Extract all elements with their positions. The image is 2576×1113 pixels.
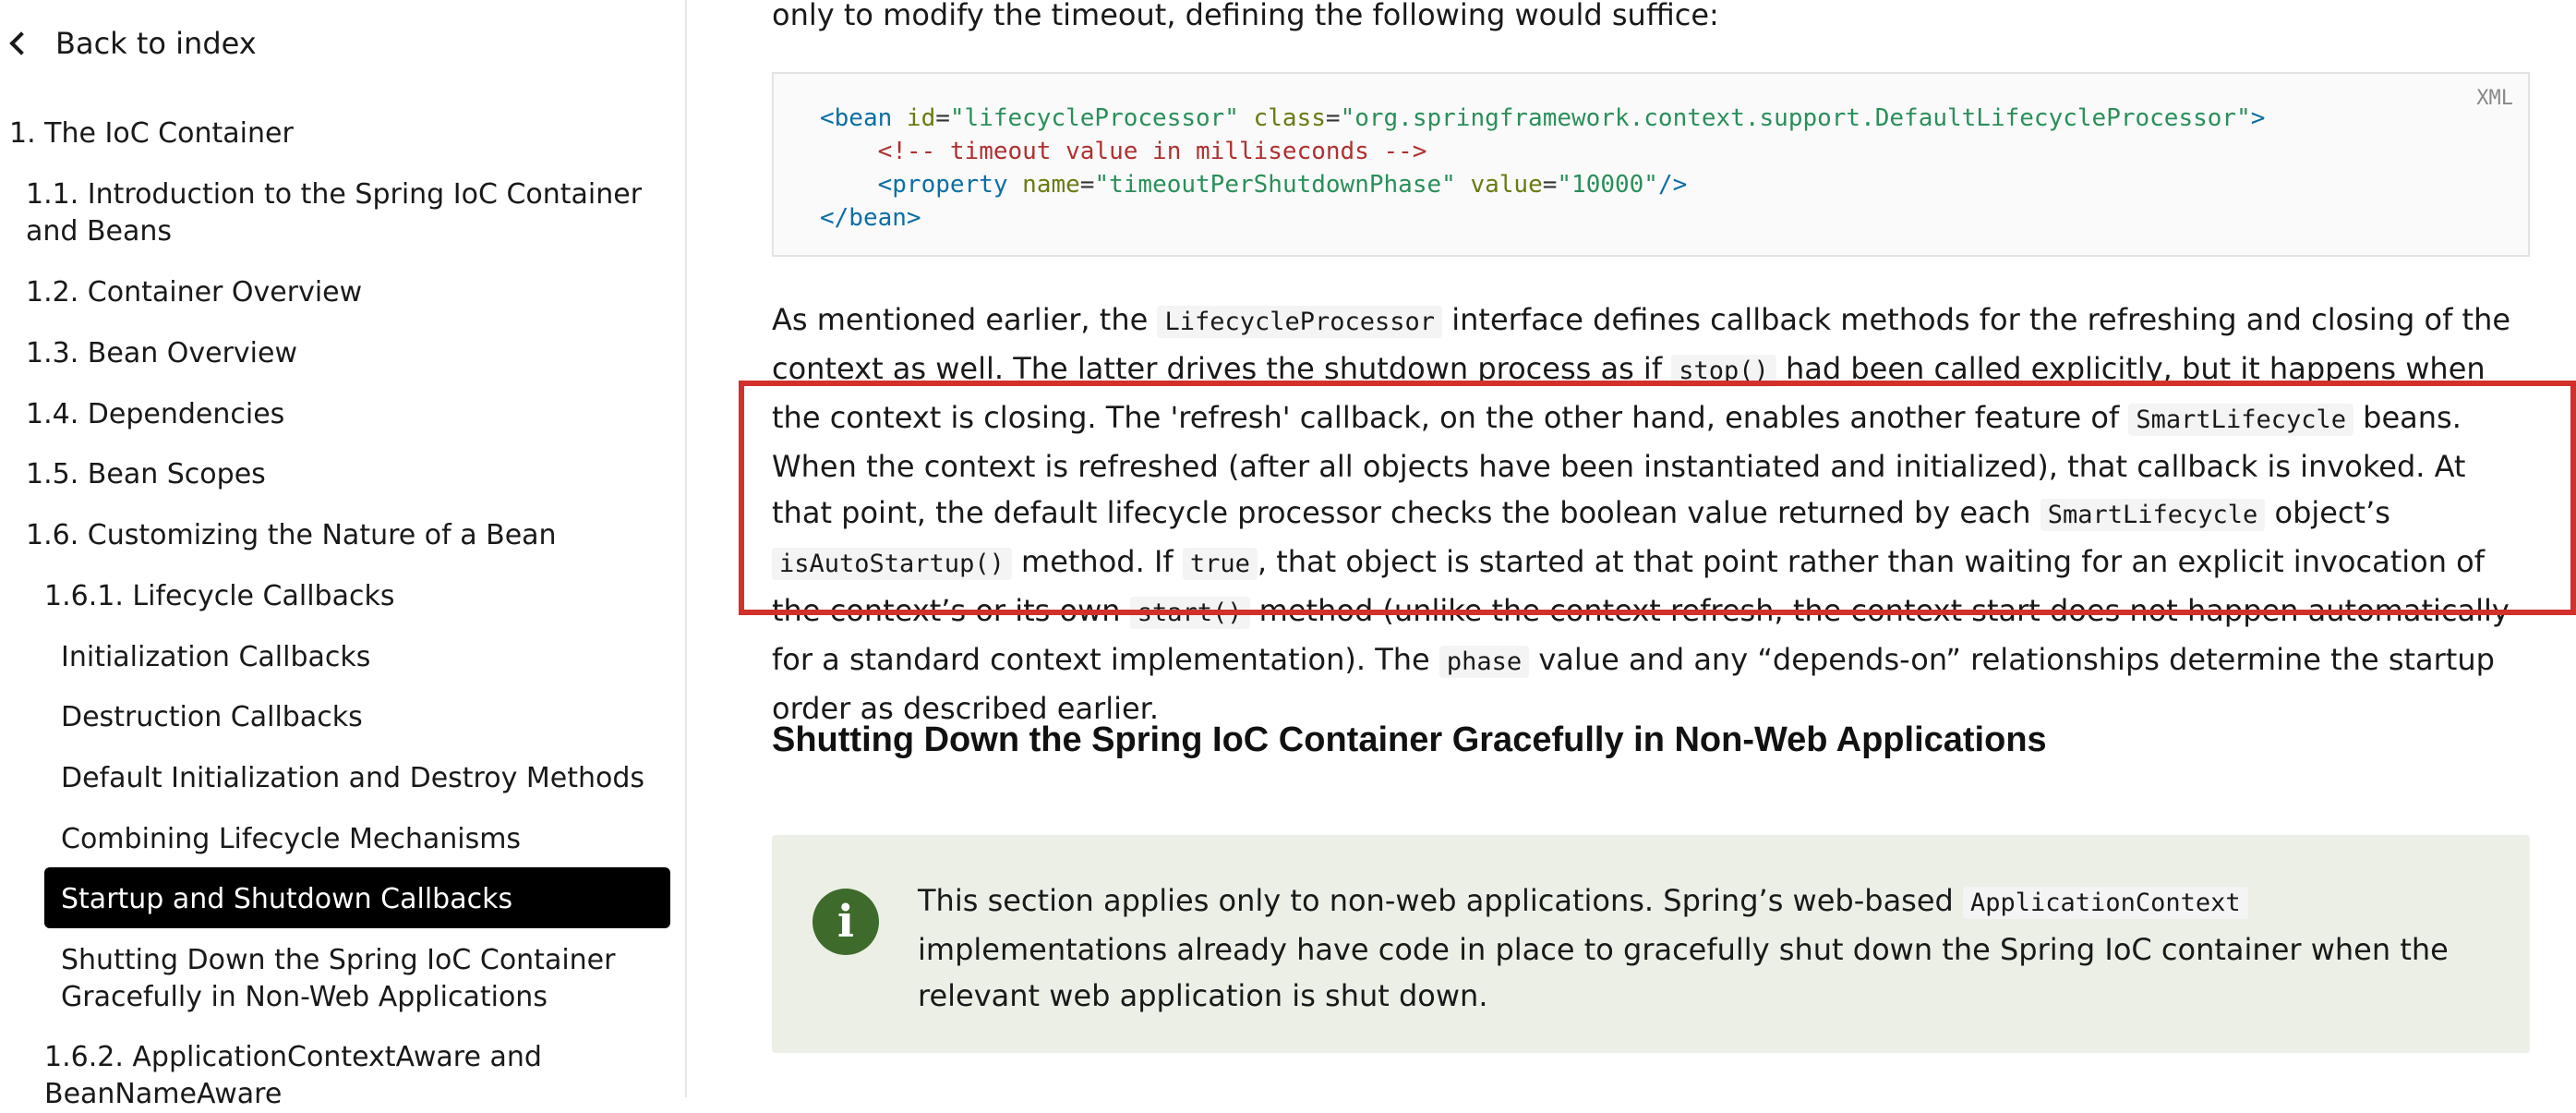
startup-callback-paragraph: As mentioned earlier, the LifecycleProce… [772,302,2511,726]
toc-item-startup-shutdown-active[interactable]: Startup and Shutdown Callbacks [44,867,670,928]
back-to-index-label: Back to index [55,26,257,61]
back-to-index-link[interactable]: Back to index [7,26,257,61]
toc-item-applicationcontextaware[interactable]: 1.6.2. ApplicationContextAware and [44,1039,542,1076]
info-icon: i [813,889,879,955]
toc-item-lifecycle-callbacks[interactable]: 1.6.1. Lifecycle Callbacks [44,578,394,615]
note-text: This section applies only to non-web app… [918,883,2449,1013]
section-heading: Shutting Down the Spring IoC Container G… [772,720,2047,759]
toc-item-bean-scopes[interactable]: 1.5. Bean Scopes [26,456,266,493]
code-language-label: XML [2476,87,2513,110]
toc-item-default-init-destroy[interactable]: Default Initialization and Destroy Metho… [61,760,644,797]
chevron-left-icon [9,31,33,55]
admonition-note: i This section applies only to non-web a… [772,835,2530,1053]
toc-item-destruction-callbacks[interactable]: Destruction Callbacks [61,699,363,736]
toc-item-dependencies[interactable]: 1.4. Dependencies [26,396,284,433]
toc-item-shutting-down-spring[interactable]: Shutting Down the Spring IoC Container [61,942,615,979]
toc-item-customizing-bean[interactable]: 1.6. Customizing the Nature of a Bean [26,517,557,554]
toc-item-beannameaware[interactable]: BeanNameAware [44,1076,282,1113]
toc-item-introduction-cont[interactable]: and Beans [26,213,172,250]
toc-item-bean-overview[interactable]: 1.3. Bean Overview [26,335,297,372]
toc-item-container-overview[interactable]: 1.2. Container Overview [26,274,362,311]
toc-item-ioc-container[interactable]: 1. The IoC Container [9,115,294,152]
code-content: <bean id="lifecycleProcessor" class="org… [820,104,2266,232]
toc-item-initialization-callbacks[interactable]: Initialization Callbacks [61,639,370,676]
sidebar-toc: Back to index 1. The IoC Container 1.1. … [0,0,687,1110]
intro-text: only to modify the timeout, defining the… [772,0,1719,32]
toc-item-shutting-down-spring-cont[interactable]: Gracefully in Non-Web Applications [61,979,548,1016]
toc-item-introduction[interactable]: 1.1. Introduction to the Spring IoC Cont… [26,176,642,213]
xml-code-block: XML <bean id="lifecycleProcessor" class=… [772,72,2530,257]
toc-item-combining-lifecycle[interactable]: Combining Lifecycle Mechanisms [61,821,521,858]
